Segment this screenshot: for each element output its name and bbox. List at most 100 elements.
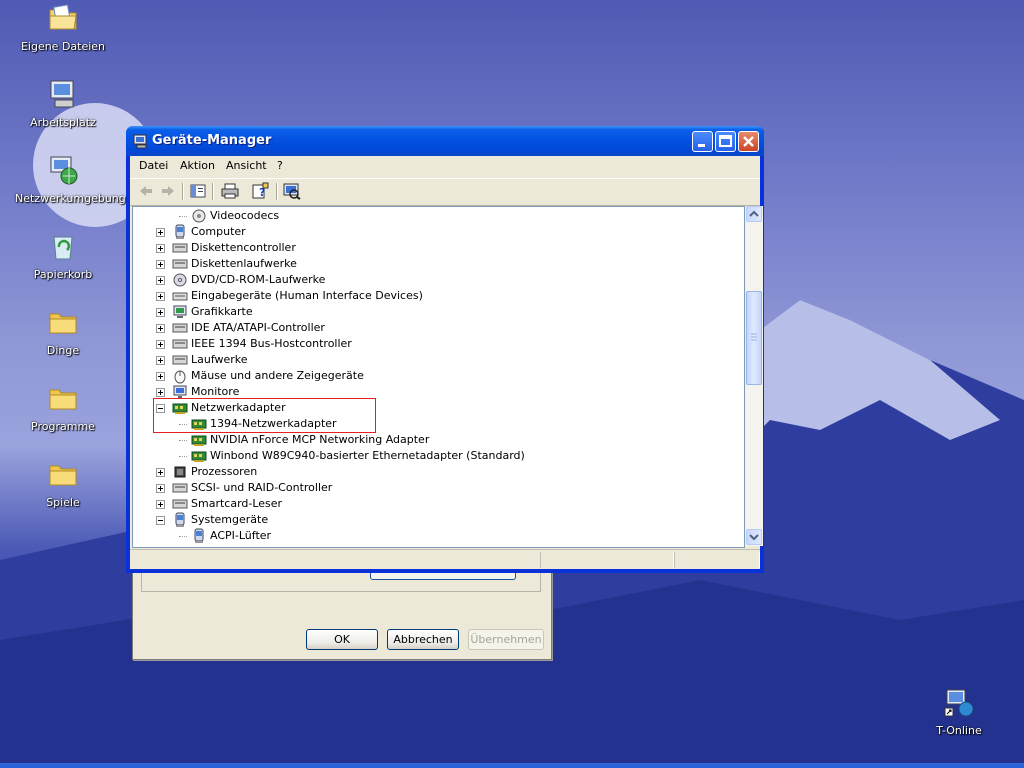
back-arrow-icon[interactable] xyxy=(136,182,156,200)
floppy-controller-icon xyxy=(172,240,188,256)
tree-item-label: Grafikkarte xyxy=(191,305,253,318)
highlight-annotation-box xyxy=(153,398,376,433)
desktop-icon-label: Papierkorb xyxy=(33,268,93,281)
tree-item[interactable]: ACPI-Lüfter xyxy=(133,528,744,544)
scan-hardware-icon[interactable] xyxy=(282,182,302,200)
expand-icon[interactable] xyxy=(156,292,165,301)
menu-aktion[interactable]: Aktion xyxy=(180,159,215,172)
toolbar: ? xyxy=(130,178,760,206)
device-tree[interactable]: Videocodecs Computer Diskettencontroller Di… xyxy=(132,206,745,548)
desktop-icon-label: Eigene Dateien xyxy=(20,40,106,53)
ieee1394-icon xyxy=(172,336,188,352)
title-bar[interactable]: Geräte-Manager xyxy=(126,126,764,156)
expand-icon[interactable] xyxy=(156,356,165,365)
tree-item-label: Smartcard-Leser xyxy=(191,497,283,510)
tree-item[interactable]: IDE ATA/ATAPI-Controller xyxy=(133,320,744,336)
tree-item[interactable]: Prozessoren xyxy=(133,464,744,480)
folder-icon xyxy=(49,389,77,410)
expand-icon[interactable] xyxy=(156,500,165,509)
minimize-button[interactable] xyxy=(692,131,713,152)
tree-item[interactable]: Mäuse und andere Zeigegeräte xyxy=(133,368,744,384)
hid-icon xyxy=(172,288,188,304)
apply-button[interactable]: Übernehmen xyxy=(468,629,544,650)
tree-item-label: Systemgeräte xyxy=(191,513,269,526)
tree-item[interactable]: Diskettenlaufwerke xyxy=(133,256,744,272)
tree-item[interactable]: Videocodecs xyxy=(133,208,744,224)
smartcard-reader-icon xyxy=(172,496,188,512)
show-hide-tree-icon[interactable] xyxy=(188,182,208,200)
tree-item[interactable]: Systemgeräte xyxy=(133,512,744,528)
desktop-icon[interactable]: Eigene Dateien xyxy=(15,2,111,53)
scsi-controller-icon xyxy=(172,480,188,496)
scroll-down-button[interactable] xyxy=(746,529,762,545)
expand-icon[interactable] xyxy=(156,388,165,397)
collapse-icon[interactable] xyxy=(156,516,165,525)
desktop-icon[interactable]: Arbeitsplatz xyxy=(15,78,111,129)
expand-icon[interactable] xyxy=(156,228,165,237)
menu-help[interactable]: ? xyxy=(277,159,283,172)
desktop-icon-label: Programme xyxy=(31,420,95,433)
tree-item[interactable]: Winbond W89C940-basierter Ethernetadapte… xyxy=(133,448,744,464)
expand-icon[interactable] xyxy=(156,260,165,269)
maximize-button[interactable] xyxy=(715,131,736,152)
network-adapter-icon xyxy=(191,432,207,448)
properties-help-icon[interactable]: ? xyxy=(250,182,270,200)
desktop-icon[interactable]: Dinge xyxy=(15,306,111,357)
tree-connector xyxy=(179,440,187,442)
menu-ansicht[interactable]: Ansicht xyxy=(226,159,267,172)
tree-item-label: Diskettenlaufwerke xyxy=(191,257,297,270)
close-button[interactable] xyxy=(738,131,759,152)
expand-icon[interactable] xyxy=(156,276,165,285)
desktop-icon-label: T-Online xyxy=(936,724,982,737)
tree-item[interactable]: Eingabegeräte (Human Interface Devices) xyxy=(133,288,744,304)
status-bar xyxy=(130,549,760,570)
desktop-icon[interactable]: T-Online xyxy=(911,686,1007,737)
expand-icon[interactable] xyxy=(156,340,165,349)
tree-connector xyxy=(179,216,187,218)
forward-arrow-icon[interactable] xyxy=(158,182,178,200)
taskbar xyxy=(0,763,1024,768)
tree-item-label: Winbond W89C940-basierter Ethernetadapte… xyxy=(210,449,525,462)
ok-button[interactable]: OK xyxy=(306,629,378,650)
vertical-scrollbar[interactable] xyxy=(745,206,763,546)
tree-item-label: Videocodecs xyxy=(210,209,280,222)
tree-item[interactable]: IEEE 1394 Bus-Hostcontroller xyxy=(133,336,744,352)
expand-icon[interactable] xyxy=(156,484,165,493)
desktop-icon[interactable]: Programme xyxy=(15,382,111,433)
desktop-icon[interactable]: Spiele xyxy=(15,458,111,509)
t-online-shortcut-icon xyxy=(944,689,974,717)
expand-icon[interactable] xyxy=(156,372,165,381)
desktop-icon-label: Dinge xyxy=(46,344,80,357)
tree-item[interactable]: Computer xyxy=(133,224,744,240)
menu-datei[interactable]: Datei xyxy=(139,159,168,172)
tree-item[interactable]: Smartcard-Leser xyxy=(133,496,744,512)
tree-connector xyxy=(179,456,187,458)
tree-item-label: SCSI- und RAID-Controller xyxy=(191,481,333,494)
desktop-icon[interactable]: Netzwerkumgebung xyxy=(15,154,126,205)
close-icon xyxy=(743,136,754,147)
maximize-icon xyxy=(719,135,732,147)
tree-item[interactable]: Laufwerke xyxy=(133,352,744,368)
scroll-up-button[interactable] xyxy=(746,206,762,222)
tree-item[interactable]: NVIDIA nForce MCP Networking Adapter xyxy=(133,432,744,448)
tree-item-label: IDE ATA/ATAPI-Controller xyxy=(191,321,325,334)
cancel-button[interactable]: Abbrechen xyxy=(387,629,459,650)
expand-icon[interactable] xyxy=(156,324,165,333)
background-dialog: OK Abbrechen Übernehmen xyxy=(132,560,552,660)
menu-bar: Datei Aktion Ansicht ? xyxy=(130,156,760,177)
scroll-thumb[interactable] xyxy=(746,291,762,385)
expand-icon[interactable] xyxy=(156,468,165,477)
tree-item[interactable]: Diskettencontroller xyxy=(133,240,744,256)
tree-item-label: Eingabegeräte (Human Interface Devices) xyxy=(191,289,423,302)
print-icon[interactable] xyxy=(220,182,240,200)
tree-item[interactable]: Grafikkarte xyxy=(133,304,744,320)
desktop-icon[interactable]: Papierkorb xyxy=(15,230,111,281)
tree-item-label: Diskettencontroller xyxy=(191,241,296,254)
tree-item[interactable]: SCSI- und RAID-Controller xyxy=(133,480,744,496)
status-pane xyxy=(674,552,760,568)
device-manager-window: Geräte-Manager Datei Aktion Ansicht ? ? xyxy=(126,126,764,573)
desktop-icon-label: Arbeitsplatz xyxy=(30,116,96,129)
expand-icon[interactable] xyxy=(156,244,165,253)
tree-item[interactable]: DVD/CD-ROM-Laufwerke xyxy=(133,272,744,288)
expand-icon[interactable] xyxy=(156,308,165,317)
